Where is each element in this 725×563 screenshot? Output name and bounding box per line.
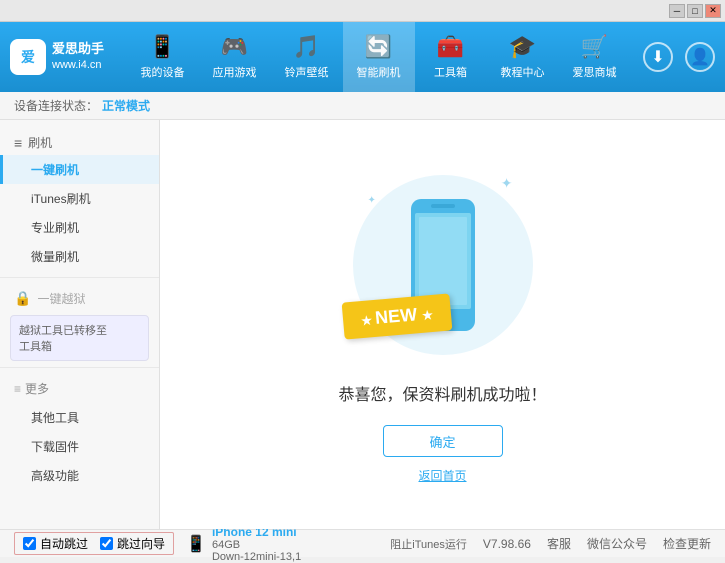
phone-illustration: ✦ ✦ NEW: [353, 165, 533, 365]
device-info: 📱 iPhone 12 mini 64GB Down-12mini-13,1: [186, 525, 301, 563]
version-text: V7.98.66: [483, 537, 531, 551]
auto-jump-label: 自动跳过: [40, 535, 88, 552]
new-badge-text: NEW: [374, 304, 418, 328]
confirm-button[interactable]: 确定: [383, 425, 503, 457]
maximize-button[interactable]: □: [687, 4, 703, 18]
flash-section-icon: ≡: [14, 135, 22, 151]
jailbreak-note-text: 越狱工具已转移至工具箱: [19, 325, 107, 353]
brand-name: 爱思助手: [52, 40, 104, 58]
close-button[interactable]: ✕: [705, 4, 721, 18]
sparkle-top-right: ✦: [501, 175, 513, 192]
jailbreak-icon: 🔒: [14, 290, 31, 307]
divider-2: [0, 367, 159, 368]
device-capacity: 64GB: [212, 539, 301, 551]
nav-toolbox-label: 工具箱: [434, 64, 467, 80]
main-area: ≡ 刷机 一键刷机 iTunes刷机 专业刷机 微量刷机 🔒 一键越狱 越狱工具…: [0, 120, 725, 529]
skip-wizard-input[interactable]: [100, 537, 113, 550]
toolbox-icon: 🧰: [437, 34, 464, 60]
my-device-icon: 📱: [149, 34, 176, 60]
sparkle-top-left: ✦: [368, 195, 376, 206]
apps-games-icon: 🎮: [221, 34, 248, 60]
sidebar-section-jailbreak: 🔒 一键越狱: [0, 284, 159, 311]
nav-tutorials-label: 教程中心: [501, 64, 545, 80]
sidebar-item-other-tools[interactable]: 其他工具: [0, 403, 159, 432]
nav-smart-flash-label: 智能刷机: [357, 64, 401, 80]
nav-tutorials[interactable]: 🎓 教程中心: [487, 22, 559, 92]
auto-jump-checkbox[interactable]: 自动跳过: [23, 535, 88, 552]
sidebar-item-itunes-flash[interactable]: iTunes刷机: [0, 184, 159, 213]
sidebar-section-more: ≡ 更多: [0, 374, 159, 403]
device-text: iPhone 12 mini 64GB Down-12mini-13,1: [212, 525, 301, 563]
skip-wizard-label: 跳过向导: [117, 535, 165, 552]
nav-smart-flash[interactable]: 🔄 智能刷机: [343, 22, 415, 92]
skip-wizard-checkbox[interactable]: 跳过向导: [100, 535, 165, 552]
shop-icon: 🛒: [581, 34, 608, 60]
more-section-icon: ≡: [14, 382, 21, 396]
smart-flash-icon: 🔄: [365, 34, 392, 60]
sidebar-item-download-firmware[interactable]: 下载固件: [0, 432, 159, 461]
checkbox-group: 自动跳过 跳过向导: [14, 532, 174, 555]
nav-items: 📱 我的设备 🎮 应用游戏 🎵 铃声壁纸 🔄 智能刷机 🧰 工具箱 🎓 教程中心…: [124, 22, 633, 92]
success-text: 恭喜您，保资料刷机成功啦！: [338, 381, 546, 405]
nav-ringtones[interactable]: 🎵 铃声壁纸: [271, 22, 343, 92]
customer-service-link[interactable]: 客服: [547, 535, 571, 552]
divider-1: [0, 277, 159, 278]
nav-right: ⬇ 👤: [643, 42, 715, 72]
jailbreak-note: 越狱工具已转移至工具箱: [10, 315, 149, 361]
device-firmware: Down-12mini-13,1: [212, 551, 301, 563]
device-phone-icon: 📱: [186, 534, 206, 554]
bottom-right: 阻止iTunes运行 V7.98.66 客服 微信公众号 检查更新: [390, 535, 711, 552]
jailbreak-label: 一键越狱: [37, 290, 85, 307]
wechat-public-link[interactable]: 微信公众号: [587, 535, 647, 552]
status-bar: 设备连接状态： 正常模式: [0, 92, 725, 120]
download-button[interactable]: ⬇: [643, 42, 673, 72]
user-button[interactable]: 👤: [685, 42, 715, 72]
nav-my-device[interactable]: 📱 我的设备: [127, 22, 199, 92]
status-label: 设备连接状态：: [14, 97, 98, 114]
brand-website: www.i4.cn: [52, 58, 104, 73]
more-section-label: 更多: [25, 380, 49, 397]
status-value: 正常模式: [102, 97, 150, 114]
nav-my-device-label: 我的设备: [141, 64, 185, 80]
sidebar-item-pro-flash[interactable]: 专业刷机: [0, 213, 159, 242]
bottom-bar: 自动跳过 跳过向导 📱 iPhone 12 mini 64GB Down-12m…: [0, 529, 725, 557]
flash-section-label: 刷机: [28, 134, 52, 151]
window-controls: ─ □ ✕: [669, 4, 721, 18]
minimize-button[interactable]: ─: [669, 4, 685, 18]
sidebar-item-downgrade-flash[interactable]: 微量刷机: [0, 242, 159, 271]
back-home-link[interactable]: 返回首页: [418, 467, 466, 484]
nav-shop[interactable]: 🛒 爱思商城: [559, 22, 631, 92]
nav-apps-games[interactable]: 🎮 应用游戏: [199, 22, 271, 92]
logo-icon: 爱: [10, 39, 46, 75]
nav-ringtones-label: 铃声壁纸: [285, 64, 329, 80]
nav-toolbox[interactable]: 🧰 工具箱: [415, 22, 487, 92]
logo-text: 爱思助手 www.i4.cn: [52, 40, 104, 74]
content-area: ✦ ✦ NEW 恭喜您，保资料刷机成功啦！ 确定 返: [160, 120, 725, 529]
tutorials-icon: 🎓: [509, 34, 536, 60]
nav-apps-games-label: 应用游戏: [213, 64, 257, 80]
sidebar-item-advanced[interactable]: 高级功能: [0, 461, 159, 490]
sidebar-section-flash: ≡ 刷机: [0, 128, 159, 155]
check-update-link[interactable]: 检查更新: [663, 535, 711, 552]
title-bar: ─ □ ✕: [0, 0, 725, 22]
sidebar-item-one-key-flash[interactable]: 一键刷机: [0, 155, 159, 184]
top-nav: 爱 爱思助手 www.i4.cn 📱 我的设备 🎮 应用游戏 🎵 铃声壁纸 🔄 …: [0, 22, 725, 92]
nav-shop-label: 爱思商城: [573, 64, 617, 80]
auto-jump-input[interactable]: [23, 537, 36, 550]
stop-itunes-button[interactable]: 阻止iTunes运行: [390, 536, 467, 552]
bottom-left: 自动跳过 跳过向导 📱 iPhone 12 mini 64GB Down-12m…: [14, 525, 301, 563]
logo-area: 爱 爱思助手 www.i4.cn: [10, 39, 104, 75]
ringtones-icon: 🎵: [293, 34, 320, 60]
sidebar: ≡ 刷机 一键刷机 iTunes刷机 专业刷机 微量刷机 🔒 一键越狱 越狱工具…: [0, 120, 160, 529]
